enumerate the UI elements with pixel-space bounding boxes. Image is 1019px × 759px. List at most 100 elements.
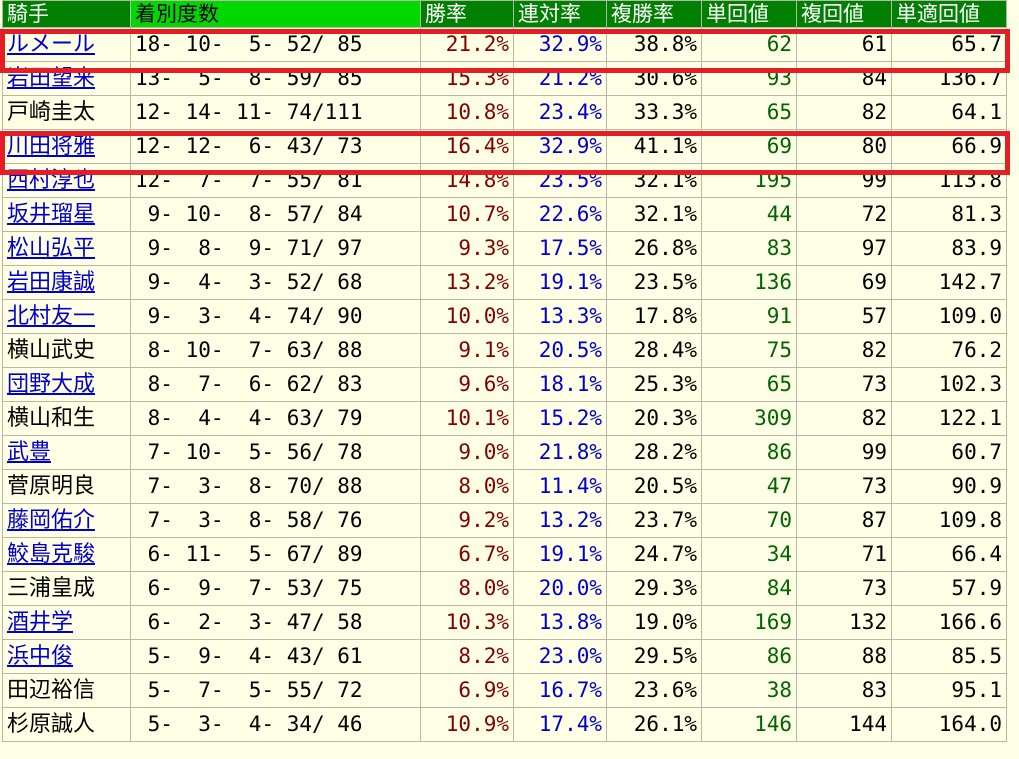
rentai-rate-cell: 17.4% bbox=[513, 707, 607, 742]
jockey-name-cell[interactable]: 鮫島克駿 bbox=[2, 537, 131, 572]
fukusho-rate-cell: 23.5% bbox=[606, 265, 702, 300]
rentai-rate-cell: 23.0% bbox=[513, 639, 607, 674]
header-fuku-value[interactable]: 複回値 bbox=[796, 0, 892, 28]
tanteki-value-cell: 81.3 bbox=[891, 197, 1007, 232]
tanteki-value-cell: 60.7 bbox=[891, 435, 1007, 470]
jockey-name-cell[interactable]: 坂井瑠星 bbox=[2, 197, 131, 232]
fuku-value-cell: 57 bbox=[796, 299, 892, 334]
win-rate-cell: 9.0% bbox=[420, 435, 514, 470]
tan-value-cell: 44 bbox=[701, 197, 797, 232]
fuku-value-cell: 73 bbox=[796, 469, 892, 504]
fuku-value-cell: 132 bbox=[796, 605, 892, 640]
fuku-value-cell: 82 bbox=[796, 95, 892, 130]
fuku-value-cell: 82 bbox=[796, 333, 892, 368]
tanteki-value-cell: 102.3 bbox=[891, 367, 1007, 402]
tanteki-value-cell: 166.6 bbox=[891, 605, 1007, 640]
jockey-name-cell[interactable]: 岩田康誠 bbox=[2, 265, 131, 300]
record-cell: 9- 10- 8- 57/ 84 bbox=[130, 197, 421, 232]
table-row: 田辺裕信 5- 7- 5- 55/ 72 6.9% 16.7% 23.6% 38 83 95… bbox=[2, 673, 1007, 708]
header-fukusho-rate[interactable]: 複勝率 bbox=[606, 0, 702, 28]
tanteki-value-cell: 66.4 bbox=[891, 537, 1007, 572]
table-row: 浜中俊 5- 9- 4- 43/ 61 8.2% 23.0% 29.5% 86 88 85.… bbox=[2, 639, 1007, 674]
rentai-rate-cell: 13.2% bbox=[513, 503, 607, 538]
header-rentai-rate[interactable]: 連対率 bbox=[513, 0, 607, 28]
tanteki-value-cell: 85.5 bbox=[891, 639, 1007, 674]
tan-value-cell: 34 bbox=[701, 537, 797, 572]
win-rate-cell: 6.9% bbox=[420, 673, 514, 708]
record-cell: 5- 9- 4- 43/ 61 bbox=[130, 639, 421, 674]
rentai-rate-cell: 17.5% bbox=[513, 231, 607, 266]
tan-value-cell: 86 bbox=[701, 435, 797, 470]
table-row: 藤岡佑介 7- 3- 8- 58/ 76 9.2% 13.2% 23.7% 70 87 10… bbox=[2, 503, 1007, 538]
jockey-name-cell[interactable]: 浜中俊 bbox=[2, 639, 131, 674]
record-cell: 8- 7- 6- 62/ 83 bbox=[130, 367, 421, 402]
fukusho-rate-cell: 23.6% bbox=[606, 673, 702, 708]
win-rate-cell: 10.9% bbox=[420, 707, 514, 742]
rentai-rate-cell: 11.4% bbox=[513, 469, 607, 504]
jockey-name-cell[interactable]: 酒井学 bbox=[2, 605, 131, 640]
record-cell: 7- 3- 8- 58/ 76 bbox=[130, 503, 421, 538]
header-jockey[interactable]: 騎手 bbox=[2, 0, 131, 28]
tanteki-value-cell: 109.0 bbox=[891, 299, 1007, 334]
jockey-name-cell: 菅原明良 bbox=[2, 469, 131, 504]
win-rate-cell: 10.7% bbox=[420, 197, 514, 232]
jockey-name-cell[interactable]: 北村友一 bbox=[2, 299, 131, 334]
header-tanteki-value[interactable]: 単適回値 bbox=[891, 0, 1007, 28]
jockey-name-cell: 三浦皇成 bbox=[2, 571, 131, 606]
fuku-value-cell: 69 bbox=[796, 265, 892, 300]
fukusho-rate-cell: 26.1% bbox=[606, 707, 702, 742]
jockey-name-cell: 横山和生 bbox=[2, 401, 131, 436]
fuku-value-cell: 71 bbox=[796, 537, 892, 572]
jockey-name-cell[interactable]: 武豊 bbox=[2, 435, 131, 470]
record-cell: 7- 3- 8- 70/ 88 bbox=[130, 469, 421, 504]
highlight-box-lemaire bbox=[0, 29, 1010, 73]
table-row: 三浦皇成 6- 9- 7- 53/ 75 8.0% 20.0% 29.3% 84 73 57… bbox=[2, 571, 1007, 606]
record-cell: 12- 14- 11- 74/111 bbox=[130, 95, 421, 130]
win-rate-cell: 8.0% bbox=[420, 571, 514, 606]
rentai-rate-cell: 16.7% bbox=[513, 673, 607, 708]
fuku-value-cell: 144 bbox=[796, 707, 892, 742]
rentai-rate-cell: 19.1% bbox=[513, 537, 607, 572]
jockey-stats-table: 騎手 着別度数 勝率 連対率 複勝率 単回値 複回値 単適回値 ルメール 18- … bbox=[2, 0, 1007, 742]
header-win-rate[interactable]: 勝率 bbox=[420, 0, 514, 28]
table-row: 横山和生 8- 4- 4- 63/ 79 10.1% 15.2% 20.3% 309 82… bbox=[2, 401, 1007, 436]
rentai-rate-cell: 15.2% bbox=[513, 401, 607, 436]
rentai-rate-cell: 20.5% bbox=[513, 333, 607, 368]
jockey-name-cell: 田辺裕信 bbox=[2, 673, 131, 708]
tanteki-value-cell: 164.0 bbox=[891, 707, 1007, 742]
table-row: 酒井学 6- 2- 3- 47/ 58 10.3% 13.8% 19.0% 169 132… bbox=[2, 605, 1007, 640]
header-record[interactable]: 着別度数 bbox=[130, 0, 421, 28]
table-row: 坂井瑠星 9- 10- 8- 57/ 84 10.7% 22.6% 32.1% 44 72… bbox=[2, 197, 1007, 232]
rentai-rate-cell: 21.8% bbox=[513, 435, 607, 470]
record-cell: 5- 7- 5- 55/ 72 bbox=[130, 673, 421, 708]
fukusho-rate-cell: 24.7% bbox=[606, 537, 702, 572]
table-row: 鮫島克駿 6- 11- 5- 67/ 89 6.7% 19.1% 24.7% 34 71 6… bbox=[2, 537, 1007, 572]
jockey-name-cell: 杉原誠人 bbox=[2, 707, 131, 742]
record-cell: 7- 10- 5- 56/ 78 bbox=[130, 435, 421, 470]
record-cell: 8- 10- 7- 63/ 88 bbox=[130, 333, 421, 368]
fuku-value-cell: 73 bbox=[796, 571, 892, 606]
jockey-name-cell[interactable]: 団野大成 bbox=[2, 367, 131, 402]
jockey-name-cell[interactable]: 藤岡佑介 bbox=[2, 503, 131, 538]
win-rate-cell: 13.2% bbox=[420, 265, 514, 300]
record-cell: 6- 11- 5- 67/ 89 bbox=[130, 537, 421, 572]
tan-value-cell: 91 bbox=[701, 299, 797, 334]
fukusho-rate-cell: 28.4% bbox=[606, 333, 702, 368]
tan-value-cell: 70 bbox=[701, 503, 797, 538]
fukusho-rate-cell: 26.8% bbox=[606, 231, 702, 266]
rentai-rate-cell: 20.0% bbox=[513, 571, 607, 606]
fuku-value-cell: 72 bbox=[796, 197, 892, 232]
record-cell: 9- 3- 4- 74/ 90 bbox=[130, 299, 421, 334]
fuku-value-cell: 83 bbox=[796, 673, 892, 708]
rentai-rate-cell: 18.1% bbox=[513, 367, 607, 402]
jockey-name-cell[interactable]: 松山弘平 bbox=[2, 231, 131, 266]
win-rate-cell: 10.0% bbox=[420, 299, 514, 334]
table-row: 戸崎圭太 12- 14- 11- 74/111 10.8% 23.4% 33.3% 65 8… bbox=[2, 95, 1007, 130]
tanteki-value-cell: 83.9 bbox=[891, 231, 1007, 266]
win-rate-cell: 6.7% bbox=[420, 537, 514, 572]
rentai-rate-cell: 23.4% bbox=[513, 95, 607, 130]
rentai-rate-cell: 13.3% bbox=[513, 299, 607, 334]
header-tan-value[interactable]: 単回値 bbox=[701, 0, 797, 28]
fuku-value-cell: 73 bbox=[796, 367, 892, 402]
fuku-value-cell: 82 bbox=[796, 401, 892, 436]
